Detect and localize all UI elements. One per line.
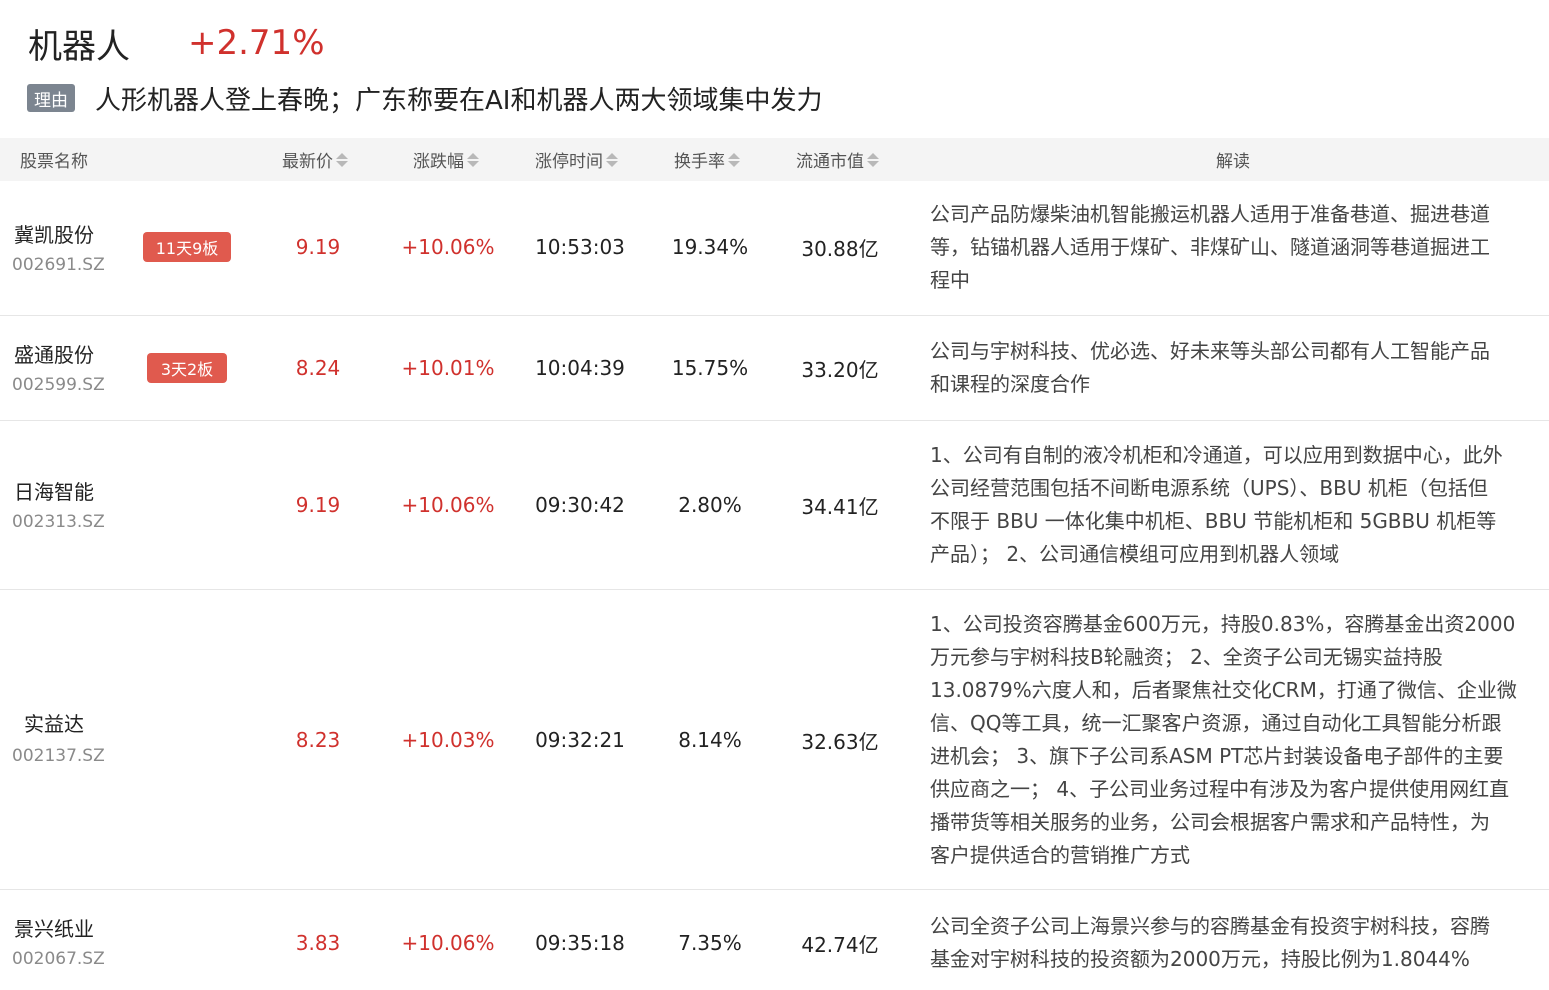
stock-name[interactable]: 实益达 [24,708,84,737]
turnover-cell: 15.75% [671,356,749,380]
market-cap-cell: 34.41亿 [801,494,879,519]
table-row[interactable]: 景兴纸业 002067.SZ 3.83 +10.06% 09:35:18 7.3… [0,890,1549,990]
analysis-text: 公司全资子公司上海景兴参与的容腾基金有投资宇树科技，容腾 基金对宇树科技的投资额… [930,910,1540,976]
sector-header: 机器人 +2.71% [28,18,325,68]
board-count-badge: 3天2板 [147,353,227,383]
table-row[interactable]: 日海智能 002313.SZ 9.19 +10.06% 09:30:42 2.8… [0,421,1549,590]
turnover-cell: 2.80% [678,493,742,517]
analysis-text: 公司产品防爆柴油机智能搬运机器人适用于准备巷道、掘进巷道 等，钻锚机器人适用于煤… [930,198,1540,297]
analysis-line: 不限于 BBU 一体化集中机柜、BBU 节能机柜和 5GBBU 机柜等 [930,509,1497,533]
analysis-line: 产品）； 2、公司通信模组可应用到机器人领域 [930,542,1340,566]
market-cap-cell: 30.88亿 [801,236,879,261]
analysis-line: 供应商之一； 4、子公司业务过程中有涉及为客户提供使用网红直 [930,777,1510,801]
sort-icon[interactable] [867,152,879,167]
change-cell: +10.01% [401,356,495,380]
table-row[interactable]: 盛通股份 002599.SZ 3天2板 8.24 +10.01% 10:04:3… [0,316,1549,421]
turnover-cell: 19.34% [671,235,749,259]
price-cell: 8.23 [295,728,341,752]
turnover-cell: 8.14% [678,728,742,752]
column-header-price[interactable]: 最新价 [282,138,348,181]
analysis-line: 等，钻锚机器人适用于煤矿、非煤矿山、隧道涵洞等巷道掘进工 [930,235,1490,259]
board-count-badge: 11天9板 [143,232,231,262]
analysis-line: 13.0879%六度人和，后者聚焦社交化CRM，打通了微信、企业微 [930,678,1517,702]
column-header-change-label: 涨跌幅 [413,152,464,172]
stock-name[interactable]: 冀凯股份 [14,219,94,248]
market-cap-cell: 32.63亿 [801,729,879,754]
price-cell: 8.24 [295,356,341,380]
analysis-line: 客户提供适合的营销推广方式 [930,843,1190,867]
analysis-line: 程中 [930,268,970,292]
stock-code: 002691.SZ [12,255,105,275]
column-header-change[interactable]: 涨跌幅 [413,138,479,181]
analysis-line: 基金对宇树科技的投资额为2000万元，持股比例为1.8044% [930,947,1470,971]
limit-time-cell: 10:04:39 [535,356,625,380]
analysis-line: 公司经营范围包括不间断电源系统（UPS）、BBU 机柜（包括但 [930,476,1488,500]
column-header-market-cap[interactable]: 流通市值 [796,138,879,181]
analysis-line: 公司与宇树科技、优必选、好未来等头部公司都有人工智能产品 [930,339,1490,363]
change-cell: +10.06% [401,931,495,955]
change-cell: +10.06% [401,493,495,517]
analysis-line: 1、公司投资容腾基金600万元，持股0.83%，容腾基金出资2000 [930,612,1516,636]
analysis-line: 信、QQ等工具，统一汇聚客户资源，通过自动化工具智能分析跟 [930,711,1502,735]
price-cell: 9.19 [295,235,341,259]
limit-time-cell: 10:53:03 [535,235,625,259]
market-cap-cell: 33.20亿 [801,357,879,382]
column-header-name: 股票名称 [20,138,88,181]
sort-icon[interactable] [467,152,479,167]
column-header-limit-time[interactable]: 涨停时间 [535,138,618,181]
change-cell: +10.06% [401,235,495,259]
column-header-analysis: 解读 [1216,138,1250,181]
stock-code: 002313.SZ [12,512,105,532]
limit-time-cell: 09:32:21 [535,728,625,752]
analysis-line: 播带货等相关服务的业务，公司会根据客户需求和产品特性，为 [930,810,1490,834]
column-header-turnover-label: 换手率 [674,152,725,172]
analysis-text: 公司与宇树科技、优必选、好未来等头部公司都有人工智能产品 和课程的深度合作 [930,335,1540,401]
analysis-line: 1、公司有自制的液冷机柜和冷通道，可以应用到数据中心，此外 [930,443,1503,467]
market-cap-cell: 42.74亿 [801,932,879,957]
turnover-cell: 7.35% [678,931,742,955]
analysis-line: 进机会； 3、旗下子公司系ASM PT芯片封装设备电子部件的主要 [930,744,1504,768]
sort-icon[interactable] [728,152,740,167]
column-header-turnover[interactable]: 换手率 [674,138,740,181]
stock-code: 002137.SZ [12,746,105,766]
analysis-line: 公司全资子公司上海景兴参与的容腾基金有投资宇树科技，容腾 [930,914,1490,938]
change-cell: +10.03% [401,728,495,752]
column-header-market-cap-label: 流通市值 [796,152,864,172]
analysis-text: 1、公司有自制的液冷机柜和冷通道，可以应用到数据中心，此外 公司经营范围包括不间… [930,439,1540,571]
stock-code: 002067.SZ [12,949,105,969]
table-header: 股票名称 最新价 涨跌幅 涨停时间 换手率 流通市值 解读 [0,138,1549,181]
price-cell: 3.83 [295,931,341,955]
table-row[interactable]: 冀凯股份 002691.SZ 11天9板 9.19 +10.06% 10:53:… [0,181,1549,316]
analysis-line: 万元参与宇树科技B轮融资； 2、全资子公司无锡实益持股 [930,645,1443,669]
sort-icon[interactable] [606,152,618,167]
column-header-limit-time-label: 涨停时间 [535,152,603,172]
reason-tag: 理由 [27,84,75,112]
limit-time-cell: 09:30:42 [535,493,625,517]
limit-time-cell: 09:35:18 [535,931,625,955]
price-cell: 9.19 [295,493,341,517]
sector-change: +2.71% [188,23,325,63]
column-header-analysis-label: 解读 [1216,152,1250,172]
stock-name[interactable]: 日海智能 [14,476,94,505]
reason-row: 理由 人形机器人登上春晚；广东称要在AI和机器人两大领域集中发力 [27,80,822,116]
stock-name[interactable]: 盛通股份 [14,339,94,368]
stock-code: 002599.SZ [12,375,105,395]
reason-text: 人形机器人登上春晚；广东称要在AI和机器人两大领域集中发力 [95,85,823,116]
table-row[interactable]: 实益达 002137.SZ 8.23 +10.03% 09:32:21 8.14… [0,590,1549,890]
column-header-name-label: 股票名称 [20,152,88,172]
stock-name[interactable]: 景兴纸业 [14,913,94,942]
sector-name: 机器人 [28,26,130,67]
sort-icon[interactable] [336,152,348,167]
analysis-line: 和课程的深度合作 [930,372,1090,396]
column-header-price-label: 最新价 [282,152,333,172]
analysis-line: 公司产品防爆柴油机智能搬运机器人适用于准备巷道、掘进巷道 [930,202,1490,226]
analysis-text: 1、公司投资容腾基金600万元，持股0.83%，容腾基金出资2000 万元参与宇… [930,608,1540,872]
